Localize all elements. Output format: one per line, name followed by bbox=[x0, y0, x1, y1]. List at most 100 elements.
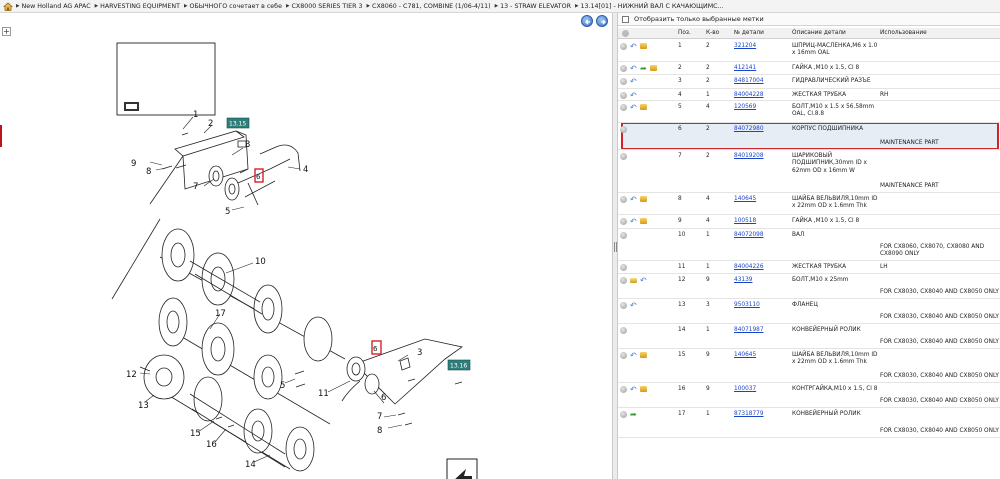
info-icon[interactable] bbox=[620, 232, 627, 239]
column-pos[interactable]: Поз. bbox=[678, 30, 691, 36]
package-icon[interactable] bbox=[640, 352, 647, 358]
navigate-next-page-icon[interactable] bbox=[446, 458, 478, 479]
callout-5[interactable]: 5 bbox=[225, 207, 230, 217]
reply-arrow-icon[interactable]: ↶ bbox=[630, 218, 637, 226]
table-row[interactable]: 7 2 84019208 ШАРИКОВЫЙ ПОДШИПНИК,30mm ID x … bbox=[618, 150, 1000, 193]
table-row[interactable]: ↶ 8 4 140645 ШАЙБА ВЕЛЬВИЛЯ,10mm ID x 22mm O… bbox=[618, 193, 1000, 215]
row-part-number-link[interactable]: 84072098 bbox=[734, 232, 764, 239]
callout-12[interactable]: 12 bbox=[126, 370, 137, 380]
reply-arrow-icon[interactable]: ↶ bbox=[630, 302, 637, 310]
callout-3-lower[interactable]: 3 bbox=[417, 348, 422, 358]
reference-tag-13-16[interactable]: 13.16 bbox=[447, 359, 471, 371]
info-icon[interactable] bbox=[620, 264, 627, 271]
info-icon[interactable] bbox=[620, 302, 627, 309]
table-row[interactable]: ➦ 17 1 87318779 КОНВЕЙЕРНЫЙ РОЛИК FOR CX8030,… bbox=[618, 408, 1000, 438]
callout-15[interactable]: 15 bbox=[190, 429, 201, 439]
callout-1[interactable]: 1 bbox=[193, 110, 198, 120]
reply-arrow-icon[interactable]: ↶ bbox=[630, 78, 637, 86]
reply-arrow-icon[interactable]: ↶ bbox=[630, 43, 637, 51]
callout-11[interactable]: 11 bbox=[318, 389, 329, 399]
row-part-number-link[interactable]: 84071987 bbox=[734, 327, 764, 334]
info-icon[interactable] bbox=[620, 92, 627, 99]
forward-arrow-button[interactable] bbox=[596, 15, 608, 27]
table-row[interactable]: ↶ 3 2 84817004 ГИДРАВЛИЧЕСКИЙ РАЗЪЕ bbox=[618, 75, 1000, 89]
header-toggle-icon[interactable] bbox=[622, 30, 629, 37]
breadcrumb-item-type[interactable]: ОБЫЧНОГО сочетает в себе bbox=[184, 3, 282, 10]
info-icon[interactable] bbox=[620, 277, 627, 284]
callout-14[interactable]: 14 bbox=[245, 460, 256, 470]
table-row[interactable]: ↶ 12 9 43139 БОЛТ,M10 x 25mm FOR CX8030, CX80… bbox=[618, 274, 1000, 299]
reply-arrow-icon[interactable]: ↶ bbox=[630, 104, 637, 112]
callout-8-lower[interactable]: 8 bbox=[377, 426, 382, 436]
breadcrumb-item-section[interactable]: 13 - STRAW ELEVATOR bbox=[495, 3, 571, 10]
callout-7-lower[interactable]: 7 bbox=[377, 412, 382, 422]
forward-arrow-icon[interactable]: ➦ bbox=[640, 65, 647, 73]
table-row[interactable]: ↶ 13 3 9503110 ФЛАНЕЦ FOR CX8030, CX8040 AND … bbox=[618, 299, 1000, 324]
callout-5-lower[interactable]: 5 bbox=[280, 381, 285, 391]
callout-6[interactable]: 6 bbox=[381, 393, 386, 403]
info-icon[interactable] bbox=[620, 386, 627, 393]
row-part-number-link[interactable]: 84817004 bbox=[734, 78, 764, 85]
breadcrumb-item-brand[interactable]: New Holland AG APAC bbox=[16, 3, 91, 10]
table-row[interactable]: 10 1 84072098 ВАЛ FOR CX8060, CX8070, CX8080… bbox=[618, 229, 1000, 261]
info-icon[interactable] bbox=[620, 196, 627, 203]
row-part-number-link[interactable]: 412141 bbox=[734, 65, 756, 72]
table-row[interactable]: 14 1 84071987 КОНВЕЙЕРНЫЙ РОЛИК FOR CX8030, … bbox=[618, 324, 1000, 349]
reply-arrow-icon[interactable]: ↶ bbox=[630, 352, 637, 360]
row-part-number-link[interactable]: 140645 bbox=[734, 352, 756, 359]
forward-arrow-icon[interactable]: ➦ bbox=[630, 411, 637, 419]
exploded-parts-diagram[interactable]: 1 2 3 4 5 7 8 9 10 17 3 12 13 5 11 6 7 8… bbox=[0, 29, 612, 479]
breadcrumb-item-page[interactable]: 13.14[01] - НИЖНИЙ ВАЛ С КАЧАЮЩИМС... bbox=[575, 3, 724, 10]
row-part-number-link[interactable]: 120569 bbox=[734, 104, 756, 111]
column-usage[interactable]: Использование bbox=[880, 30, 927, 36]
package-icon[interactable] bbox=[640, 196, 647, 202]
info-icon[interactable] bbox=[620, 218, 627, 225]
callout-3[interactable]: 3 bbox=[245, 140, 250, 150]
callout-16[interactable]: 16 bbox=[206, 440, 217, 450]
callout-10[interactable]: 10 bbox=[255, 257, 266, 267]
breadcrumb-item-category[interactable]: HARVESTING EQUIPMENT bbox=[95, 3, 180, 10]
column-qty[interactable]: К-во bbox=[706, 30, 719, 36]
callout-13[interactable]: 13 bbox=[138, 401, 149, 411]
callout-2[interactable]: 2 bbox=[208, 119, 213, 129]
home-icon[interactable] bbox=[3, 2, 13, 11]
info-icon[interactable] bbox=[620, 411, 627, 418]
table-row[interactable]: ↶ 9 4 100518 ГАЙКА ,M10 x 1.5, Cl 8 bbox=[618, 215, 1000, 229]
back-arrow-button[interactable] bbox=[581, 15, 593, 27]
reply-arrow-icon[interactable]: ↶ bbox=[630, 65, 637, 73]
reply-arrow-icon[interactable]: ↶ bbox=[640, 277, 647, 285]
package-icon[interactable] bbox=[640, 386, 647, 392]
package-icon[interactable] bbox=[640, 218, 647, 224]
info-icon[interactable] bbox=[620, 104, 627, 111]
info-icon[interactable] bbox=[620, 43, 627, 50]
reply-arrow-icon[interactable]: ↶ bbox=[630, 196, 637, 204]
package-icon[interactable] bbox=[640, 43, 647, 49]
row-part-number-link[interactable]: 100518 bbox=[734, 218, 756, 225]
highlight-pos-6-upper[interactable]: 6 bbox=[254, 168, 264, 183]
table-row[interactable]: 11 1 84004226 ЖЕСТКАЯ ТРУБКА LH bbox=[618, 261, 1000, 274]
info-icon[interactable] bbox=[620, 65, 627, 72]
row-part-number-link[interactable]: 84004226 bbox=[734, 264, 764, 271]
callout-17[interactable]: 17 bbox=[215, 309, 226, 319]
folder-icon[interactable] bbox=[630, 278, 637, 283]
row-part-number-link[interactable]: 140645 bbox=[734, 196, 756, 203]
reply-arrow-icon[interactable]: ↶ bbox=[630, 92, 637, 100]
column-part-number[interactable]: № детали bbox=[734, 30, 764, 36]
info-icon[interactable] bbox=[620, 126, 627, 133]
row-part-number-link[interactable]: 84004228 bbox=[734, 92, 764, 99]
table-row[interactable]: ↶ 16 9 100037 КОНТРГАЙКА,M10 x 1.5, Cl 8 FOR … bbox=[618, 383, 1000, 408]
row-part-number-link[interactable]: 9503110 bbox=[734, 302, 760, 309]
callout-8[interactable]: 8 bbox=[146, 167, 151, 177]
row-part-number-link[interactable]: 321204 bbox=[734, 43, 756, 50]
row-part-number-link[interactable]: 100037 bbox=[734, 386, 756, 393]
row-part-number-link[interactable]: 84019208 bbox=[734, 153, 764, 160]
table-row[interactable]: 6 2 84072980 КОРПУС ПОДШИПНИКА MAINTENANCE P… bbox=[618, 123, 1000, 150]
callout-9[interactable]: 9 bbox=[131, 159, 136, 169]
row-part-number-link[interactable]: 87318779 bbox=[734, 411, 764, 418]
package-icon[interactable] bbox=[650, 65, 657, 71]
package-icon[interactable] bbox=[640, 104, 647, 110]
row-part-number-link[interactable]: 43139 bbox=[734, 277, 752, 284]
table-row[interactable]: ↶ 15 9 140645 ШАЙБА ВЕЛЬВИЛЯ,10mm ID x 22mm … bbox=[618, 349, 1000, 383]
reference-tag-13-15[interactable]: 13.15 bbox=[226, 117, 250, 129]
table-row[interactable]: ↶ 1 2 321204 ШПРИЦ-МАСЛЕНКА,M6 x 1.0 x 16mm … bbox=[618, 40, 1000, 62]
